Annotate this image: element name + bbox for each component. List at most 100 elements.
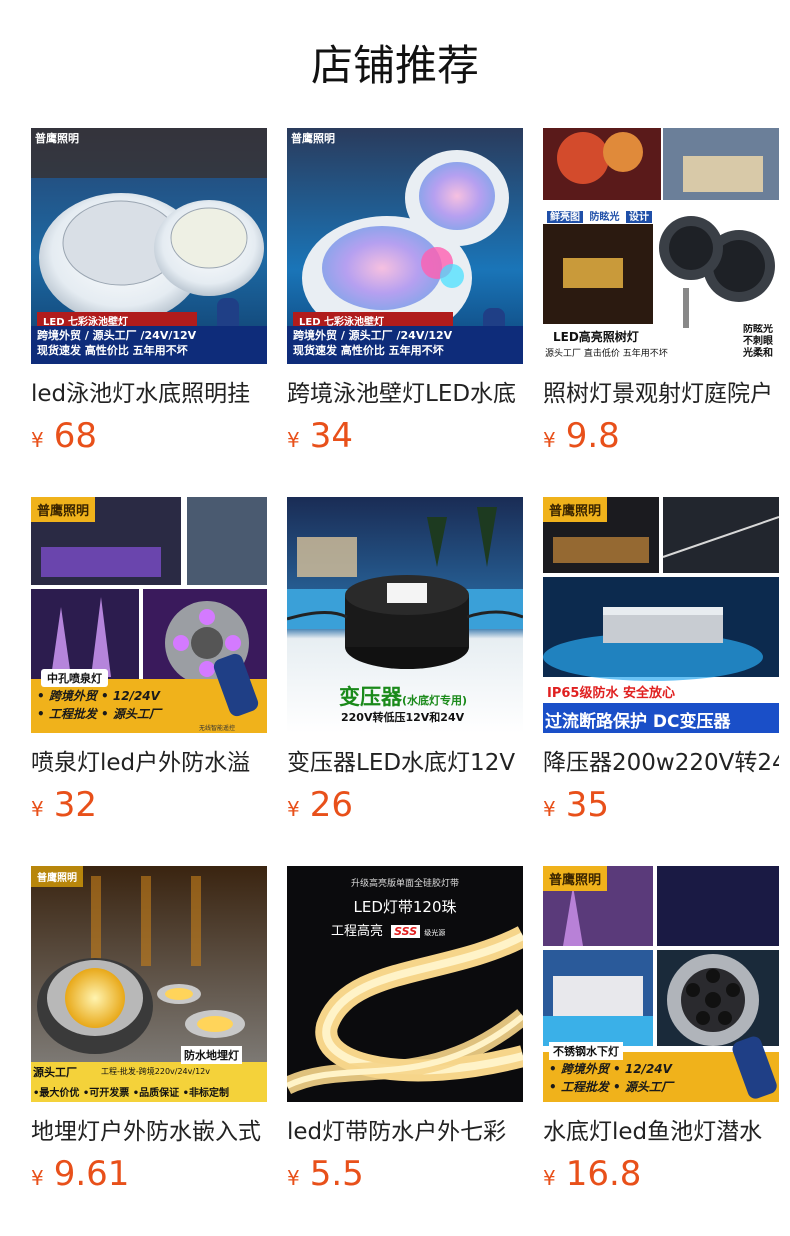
currency-symbol: ¥ [31,797,44,821]
feature-line-1: IP65级防水 安全放心 [543,681,713,702]
price-value: 32 [53,785,97,825]
badge-row: 鲜亮图 防眩光 设计 [547,208,652,223]
currency-symbol: ¥ [287,1166,300,1190]
product-image[interactable]: 普鹰照明 IP65级防水 安全放心 过流断路保护 DC变压器 [543,497,779,733]
product-name[interactable]: 水底灯led鱼池灯潜水 [543,1116,779,1148]
product-card[interactable]: 鲜亮图 防眩光 设计 LED高亮照树灯 源头工厂 直击低价 五年用不坏 防眩光 … [543,128,779,497]
brand-label: 普鹰照明 [35,132,79,145]
feature-right: 工程-批发-跨境220v/24v/12v [101,1067,210,1076]
product-name[interactable]: 跨境泳池壁灯LED水底 [287,378,523,410]
feature-line-2: • 工程批发 • 源头工厂 [37,707,161,721]
brand-label: 普鹰照明 [543,497,608,522]
badge-1: 鲜亮图 [547,211,583,223]
product-card[interactable]: 普鹰照明 防水地埋灯 源头工厂 工程-批发-跨境220v/24v/12v •最大… [31,866,267,1235]
feature-2: 不刺眼 [743,336,773,347]
product-price: ¥ 9.61 [31,1154,267,1194]
sss-badge: SSS [391,925,421,938]
bottom-line: •最大价优 •可开发票 •品质保证 •非标定制 [33,1088,230,1099]
sub-line: 220V转低压12V和24V [341,711,465,724]
product-image[interactable]: 升级高亮版单面全硅胶灯带 LED灯带120珠 工程高亮 SSS 级光源 [287,866,523,1102]
badge-2: 防眩光 [586,211,623,223]
feature-line-2: 现货速发 高性价比 五年用不坏 [293,344,444,357]
product-card[interactable]: 升级高亮版单面全硅胶灯带 LED灯带120珠 工程高亮 SSS 级光源 led灯… [287,866,523,1235]
sub-line: 工程高亮 [331,924,384,939]
product-label: 变压器 [339,685,402,709]
product-name[interactable]: led泳池灯水底照明挂 [31,378,267,410]
feature-line-2: • 工程批发 • 源头工厂 [549,1080,673,1094]
currency-symbol: ¥ [287,797,300,821]
feature-line-2: 现货速发 高性价比 五年用不坏 [37,344,188,357]
badge-3: 设计 [625,211,652,223]
product-label: 防水地埋灯 [181,1046,242,1064]
product-image[interactable]: 鲜亮图 防眩光 设计 LED高亮照树灯 源头工厂 直击低价 五年用不坏 防眩光 … [543,128,779,364]
product-label-row: 变压器(水底灯专用) [339,681,467,711]
product-label: LED高亮照树灯 [553,330,639,344]
feature-line-1: 跨境外贸 / 源头工厂 /24V/12V [37,329,197,342]
currency-symbol: ¥ [543,1166,556,1190]
product-name[interactable]: 喷泉灯led户外防水溢 [31,747,267,779]
sub-line: 源头工厂 直击低价 五年用不坏 [545,349,668,359]
product-image[interactable]: 普鹰照明 防水地埋灯 源头工厂 工程-批发-跨境220v/24v/12v •最大… [31,866,267,1102]
feature-line-1: • 跨境外贸 • 12/24V [37,689,160,703]
feature-strip: 跨境外贸 / 源头工厂 /24V/12V 现货速发 高性价比 五年用不坏 [31,326,267,364]
price-value: 34 [309,416,353,456]
feature-3: 光柔和 [743,348,773,359]
product-name[interactable]: 变压器LED水底灯12V [287,747,523,779]
product-card[interactable]: 普鹰照明 不锈钢水下灯 • 跨境外贸 • 12/24V • 工程批发 • 源头工… [543,866,779,1235]
product-image[interactable]: 变压器(水底灯专用) 220V转低压12V和24V [287,497,523,733]
feature-1: 防眩光 [743,324,773,335]
product-price: ¥ 9.8 [543,416,779,456]
brand-label: 普鹰照明 [31,497,96,522]
product-image[interactable]: 普鹰照明 LED 七彩泳池壁灯 跨境外贸 / 源头工厂 /24V/12V 现货速… [31,128,267,364]
price-value: 26 [309,785,353,825]
feature-strip: • 跨境外贸 • 12/24V • 工程批发 • 源头工厂 [37,687,207,723]
product-card[interactable]: 变压器(水底灯专用) 220V转低压12V和24V 变压器LED水底灯12V ¥… [287,497,523,866]
price-value: 16.8 [565,1154,642,1194]
feature-strip: • 跨境外贸 • 12/24V • 工程批发 • 源头工厂 [549,1060,719,1096]
product-price: ¥ 26 [287,785,523,825]
feature-line-1: 跨境外贸 / 源头工厂 /24V/12V [293,329,453,342]
brand-label: 普鹰照明 [31,866,83,887]
feature-strip: 跨境外贸 / 源头工厂 /24V/12V 现货速发 高性价比 五年用不坏 [287,326,523,364]
product-name[interactable]: 降压器200w220V转24 [543,747,779,779]
brand-label: 普鹰照明 [291,132,335,145]
currency-symbol: ¥ [31,428,44,452]
product-card[interactable]: 普鹰照明 IP65级防水 安全放心 过流断路保护 DC变压器 降压器200w22… [543,497,779,866]
feature-line-2: 过流断路保护 DC变压器 [545,712,731,732]
price-value: 9.61 [53,1154,130,1194]
currency-symbol: ¥ [543,428,556,452]
price-value: 68 [53,416,97,456]
product-label: 不锈钢水下灯 [549,1042,623,1060]
product-name[interactable]: 地埋灯户外防水嵌入式 [31,1116,267,1148]
top-line: 升级高亮版单面全硅胶灯带 [350,879,459,889]
product-card[interactable]: 普鹰照明 LED 七彩泳池壁灯 跨境外贸 / 源头工厂 /24V/12V 现货速… [31,128,267,497]
product-price: ¥ 34 [287,416,523,456]
price-value: 35 [565,785,609,825]
product-card[interactable]: 普鹰照明 中孔喷泉灯 • 跨境外贸 • 12/24V • 工程批发 • 源头工厂… [31,497,267,866]
product-label-note: (水底灯专用) [402,694,468,707]
price-value: 9.8 [565,416,620,456]
feature-left: 源头工厂 [33,1066,77,1079]
product-price: ¥ 32 [31,785,267,825]
remote-note: 无线智能遥控 [199,725,236,732]
currency-symbol: ¥ [287,428,300,452]
brand-label: 普鹰照明 [543,866,608,891]
sub-line-row: 工程高亮 SSS 级光源 [331,920,445,939]
product-name[interactable]: 照树灯景观射灯庭院户 [543,378,779,410]
product-price: ¥ 5.5 [287,1154,523,1194]
product-grid: 普鹰照明 LED 七彩泳池壁灯 跨境外贸 / 源头工厂 /24V/12V 现货速… [31,128,790,1235]
product-image[interactable]: 普鹰照明 不锈钢水下灯 • 跨境外贸 • 12/24V • 工程批发 • 源头工… [543,866,779,1102]
product-image[interactable]: 普鹰照明 中孔喷泉灯 • 跨境外贸 • 12/24V • 工程批发 • 源头工厂… [31,497,267,733]
currency-symbol: ¥ [543,797,556,821]
product-price: ¥ 16.8 [543,1154,779,1194]
product-name[interactable]: led灯带防水户外七彩 [287,1116,523,1148]
product-price: ¥ 68 [31,416,267,456]
currency-symbol: ¥ [31,1166,44,1190]
store-recommendations-page: 店铺推荐 普鹰照明 LED 七彩泳池壁灯 跨境外贸 / 源头工厂 /24V/12… [0,0,790,1236]
page-title: 店铺推荐 [310,41,479,90]
product-image[interactable]: 普鹰照明 LED 七彩泳池壁灯 跨境外贸 / 源头工厂 /24V/12V 现货速… [287,128,523,364]
product-card[interactable]: 普鹰照明 LED 七彩泳池壁灯 跨境外贸 / 源头工厂 /24V/12V 现货速… [287,128,523,497]
feature-list: 防眩光 不刺眼 光柔和 [743,324,779,360]
product-label: 中孔喷泉灯 [41,669,108,687]
headline: LED灯带120珠 [353,898,457,916]
